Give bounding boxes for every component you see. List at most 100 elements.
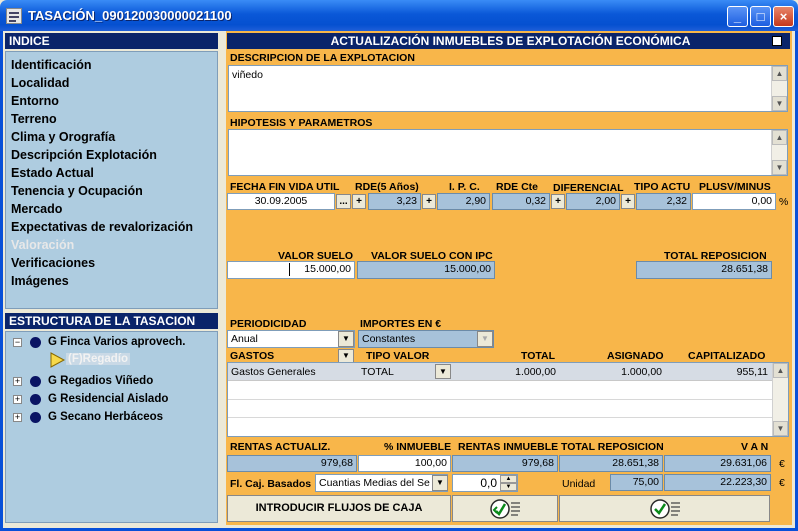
periodicidad-label: PERIODICIDAD [230, 318, 307, 330]
tipo-valor-cell[interactable]: TOTAL [361, 366, 394, 378]
maximize-button[interactable]: □ [750, 6, 771, 27]
total-rep-label: TOTAL REPOSICION [561, 441, 664, 453]
back-check-button[interactable] [452, 495, 558, 522]
window-title: TASACIÓN_090120030000021100 [28, 8, 232, 23]
app-icon [6, 8, 22, 24]
nav-clima[interactable]: Clima y Orografía [11, 130, 115, 144]
importes-label: IMPORTES EN € [360, 318, 442, 330]
tree-item[interactable]: G Regadios Viñedo [48, 375, 153, 387]
tipoactu-plus-button[interactable]: + [621, 194, 635, 209]
descripcion-label: DESCRIPCION DE LA EXPLOTACION [230, 52, 415, 64]
node-icon [30, 376, 41, 387]
text-cursor [289, 263, 290, 276]
scroll-up-icon[interactable]: ▲ [773, 363, 788, 378]
tree-root[interactable]: G Finca Varios aprovech. [48, 336, 185, 348]
node-icon [30, 394, 41, 405]
gastos-scrollbar[interactable]: ▲ ▼ [772, 363, 788, 436]
nav-descripcion[interactable]: Descripción Explotación [11, 148, 157, 162]
gasto-name-cell[interactable]: Gastos Generales [231, 366, 316, 378]
importes-select[interactable]: Constantes [358, 330, 494, 348]
periodicidad-select[interactable]: Anual [227, 330, 355, 348]
nav-valoracion[interactable]: Valoración [11, 238, 74, 252]
expand-icon[interactable]: + [13, 395, 22, 404]
scroll-up-icon[interactable]: ▲ [772, 66, 787, 81]
unidad-field: 75,00 [610, 474, 663, 491]
flcaj-select[interactable]: Cuantias Medias del Se [315, 474, 448, 492]
nav-expectativas[interactable]: Expectativas de revalorización [11, 220, 193, 234]
stepper-buttons[interactable]: ▲ ▼ [500, 475, 517, 491]
valor-suelo-input[interactable]: 15.000,00 [227, 261, 355, 279]
valor-suelo-ipc-field: 15.000,00 [357, 261, 495, 279]
van-field: 29.631,06 [664, 455, 771, 472]
van-euro: € [779, 458, 785, 470]
stepper-up-icon[interactable]: ▲ [500, 475, 517, 483]
chevron-down-icon[interactable]: ▼ [435, 364, 451, 379]
scroll-up-icon[interactable]: ▲ [772, 130, 787, 145]
hipotesis-textarea[interactable] [228, 129, 788, 176]
confirm-button[interactable] [559, 495, 770, 522]
collapse-icon[interactable]: − [13, 338, 22, 347]
unidad-total-field: 22.223,30 [664, 474, 771, 491]
rde5-field: 3,23 [368, 193, 421, 210]
pct-inmueble-input[interactable]: 100,00 [358, 455, 451, 472]
expand-icon[interactable]: + [13, 413, 22, 422]
chevron-down-icon[interactable]: ▼ [432, 475, 448, 491]
descripcion-textarea[interactable]: viñedo [228, 65, 788, 112]
gastos-header: GASTOS [230, 350, 275, 362]
rentas-inmueble-field: 979,68 [452, 455, 558, 472]
tree-item[interactable]: G Secano Herbáceos [48, 411, 163, 423]
close-button[interactable]: × [773, 6, 794, 27]
rde5-plus-button[interactable]: + [352, 194, 366, 209]
fecha-picker-button[interactable]: ... [336, 194, 351, 209]
table-row[interactable]: Gastos Generales TOTAL ▼ 1.000,00 1.000,… [228, 363, 772, 381]
fecha-label: FECHA FIN VIDA UTIL [230, 181, 340, 193]
unidad-euro: € [779, 477, 785, 489]
chevron-down-icon[interactable]: ▼ [338, 331, 354, 347]
indice-panel: Identificación Localidad Entorno Terreno… [5, 51, 218, 309]
title-bar[interactable]: TASACIÓN_090120030000021100 _ □ × [0, 0, 798, 31]
nav-verificaciones[interactable]: Verificaciones [11, 256, 95, 270]
nav-localidad[interactable]: Localidad [11, 76, 69, 90]
plusv-input[interactable]: 0,00 [692, 193, 776, 210]
nav-entorno[interactable]: Entorno [11, 94, 59, 108]
estructura-tree: − G Finca Varios aprovech. (F)Regadío + … [5, 331, 218, 523]
van-label: V A N [741, 441, 769, 453]
chevron-down-icon[interactable]: ▼ [477, 331, 493, 347]
descripcion-scrollbar[interactable]: ▲ ▼ [771, 66, 787, 111]
check-icon [649, 499, 680, 519]
estructura-header: ESTRUCTURA DE LA TASACION [5, 313, 218, 329]
flcaj-label: Fl. Caj. Basados [230, 478, 312, 490]
expand-icon[interactable]: + [13, 377, 22, 386]
pct-inmueble-label: % INMUEBLE [384, 441, 452, 453]
tree-child-selected[interactable]: (F)Regadío [66, 353, 131, 365]
introducir-flujos-button[interactable]: INTRODUCIR FLUJOS DE CAJA [227, 495, 451, 522]
main-header: ACTUALIZACIÓN INMUEBLES DE EXPLOTACIÓN E… [227, 33, 790, 49]
scroll-down-icon[interactable]: ▼ [772, 96, 787, 111]
nav-tenencia[interactable]: Tenencia y Ocupación [11, 184, 143, 198]
nav-imagenes[interactable]: Imágenes [11, 274, 69, 288]
scroll-down-icon[interactable]: ▼ [772, 160, 787, 175]
total-rep-field: 28.651,38 [559, 455, 663, 472]
header-square-icon[interactable] [772, 36, 782, 46]
fecha-input[interactable]: 30.09.2005 [227, 193, 335, 210]
minimize-button[interactable]: _ [727, 6, 748, 27]
nav-identificacion[interactable]: Identificación [11, 58, 92, 72]
ipc-plus-button[interactable]: + [422, 194, 436, 209]
plusv-unit: % [779, 196, 789, 208]
hipotesis-scrollbar[interactable]: ▲ ▼ [771, 130, 787, 175]
tree-item[interactable]: G Residencial Aislado [48, 393, 168, 405]
diferencial-plus-button[interactable]: + [551, 194, 565, 209]
nav-estado-actual[interactable]: Estado Actual [11, 166, 94, 180]
nav-mercado[interactable]: Mercado [11, 202, 62, 216]
stepper-down-icon[interactable]: ▼ [500, 483, 517, 491]
plusv-label: PLUSV/MINUS [699, 181, 771, 193]
gastos-grid[interactable]: Gastos Generales TOTAL ▼ 1.000,00 1.000,… [227, 362, 789, 437]
arrow-marker-icon [50, 352, 66, 368]
chevron-down-icon[interactable]: ▼ [338, 349, 354, 363]
nav-terreno[interactable]: Terreno [11, 112, 57, 126]
node-icon [30, 337, 41, 348]
asignado-cell: 1.000,00 [621, 366, 662, 378]
rentas-actualiz-label: RENTAS ACTUALIZ. [230, 441, 331, 453]
scroll-down-icon[interactable]: ▼ [773, 421, 788, 436]
diferencial-field[interactable]: 2,00 [566, 193, 620, 210]
